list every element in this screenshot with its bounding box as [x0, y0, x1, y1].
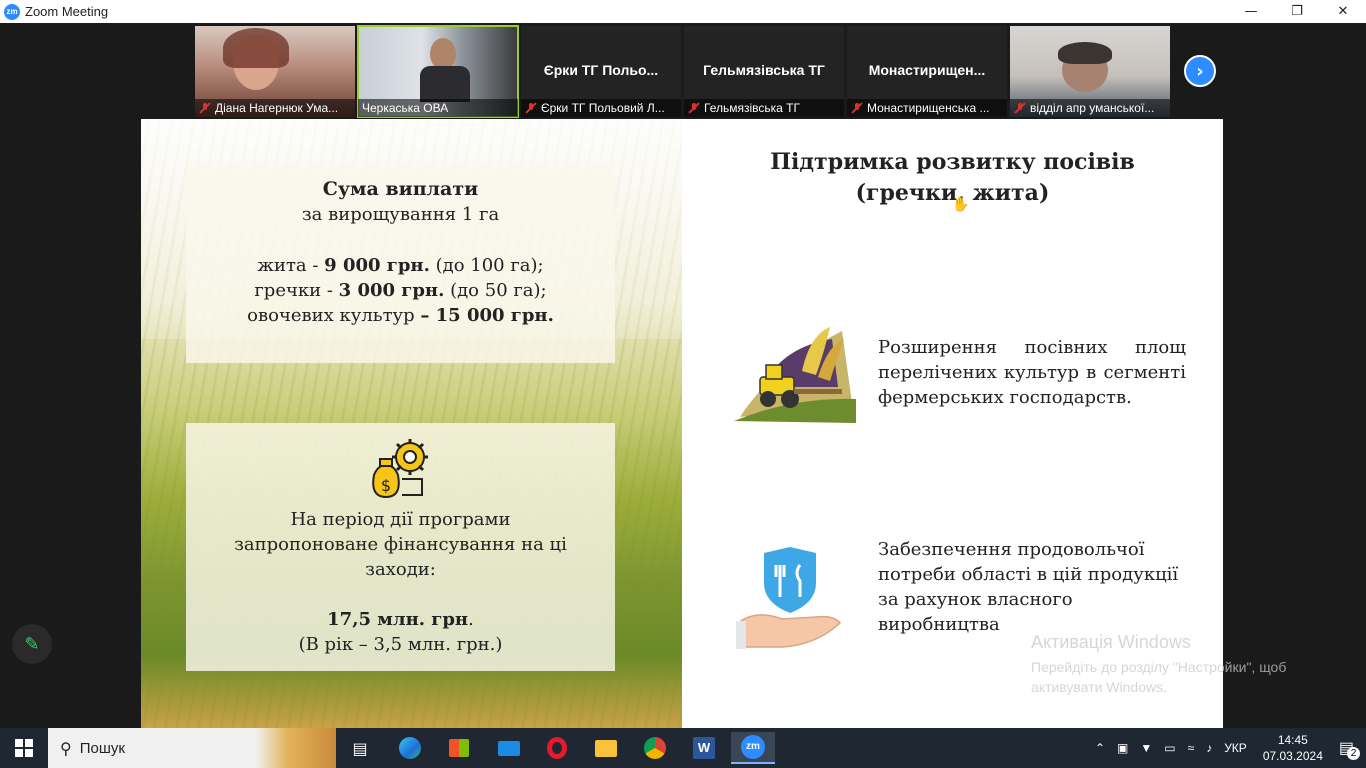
rye-rate: жита - 9 000 грн. (до 100 га); — [257, 255, 544, 276]
participant-label: Монастирищенська ... — [847, 99, 1007, 117]
search-highlight-art — [256, 728, 336, 768]
window-titlebar: zm Zoom Meeting — ❐ ✕ — [0, 0, 1366, 23]
start-button[interactable] — [0, 728, 48, 768]
clock[interactable]: 14:45 07.03.2024 — [1263, 732, 1323, 764]
funding-line3: заходи: — [365, 559, 436, 580]
payment-subheading: за вирощування 1 га — [301, 204, 500, 225]
store-icon[interactable] — [437, 732, 481, 764]
windows-taskbar: ⚲ Пошук ▤ W zm ⌃ ▣ ▼ ▭ ≈ ♪ УКР 14:45 07.… — [0, 728, 1366, 768]
microphone-icon[interactable]: ▼ — [1140, 741, 1152, 755]
participant-tile[interactable]: Єрки ТГ Польо... Єрки ТГ Польовий Л... — [521, 26, 681, 117]
clock-time: 14:45 — [1277, 733, 1308, 747]
clock-date: 07.03.2024 — [1262, 749, 1323, 763]
explorer-icon[interactable] — [584, 732, 628, 764]
svg-text:$: $ — [380, 476, 390, 495]
battery-icon[interactable]: ▭ — [1164, 741, 1175, 755]
mic-muted-icon — [851, 102, 863, 114]
participant-name: Гельмязівська ТГ — [703, 62, 825, 78]
payment-heading: Сума виплати — [322, 178, 479, 200]
participant-tile[interactable]: Монастирищен... Монастирищенська ... — [847, 26, 1007, 117]
taskbar-search[interactable]: ⚲ Пошук — [48, 728, 336, 768]
mic-muted-icon — [688, 102, 700, 114]
participant-tile[interactable]: Гельмязівська ТГ Гельмязівська ТГ — [684, 26, 844, 117]
language-indicator[interactable]: УКР — [1224, 741, 1247, 755]
food-security-hand-icon — [736, 543, 846, 653]
participant-name: Монастирищен... — [868, 62, 986, 78]
participant-label: Гельмязівська ТГ — [684, 99, 844, 117]
minimize-icon[interactable]: — — [1228, 0, 1274, 23]
participant-label: Єрки ТГ Польовий Л... — [521, 99, 681, 117]
benefit-text-1: Розширення посівних площ перелічених кул… — [878, 337, 1186, 408]
participant-hair — [1058, 42, 1112, 64]
participant-hair — [223, 28, 289, 68]
slide-wheat-background: Сума виплати за вирощування 1 га жита - … — [141, 119, 682, 728]
zoom-logo-icon: zm — [4, 3, 20, 20]
restore-icon[interactable]: ❐ — [1274, 0, 1320, 23]
annotate-pencil-icon[interactable]: ✎ — [12, 624, 52, 664]
money-gear-icon: $ — [366, 435, 436, 501]
participant-label: Черкаська ОВА — [358, 99, 518, 117]
watermark-line3: активувати Windows. — [1031, 679, 1167, 695]
participant-label: Діана Нагернюк Ума... — [195, 99, 355, 117]
participant-tile[interactable]: відділ апр уманської... — [1010, 26, 1170, 117]
funding-per-year: (В рік – 3,5 млн. грн.) — [298, 634, 503, 655]
system-tray: ⌃ ▣ ▼ ▭ ≈ ♪ УКР 14:45 07.03.2024 ▤ 2 — [1089, 728, 1366, 768]
mic-muted-icon — [525, 102, 537, 114]
close-icon[interactable]: ✕ — [1320, 0, 1366, 23]
mic-muted-icon — [199, 102, 211, 114]
watermark-line2: Перейдіть до розділу "Настройки", щоб — [1031, 659, 1287, 675]
vegetable-rate: овочевих культур – 15 000 грн. — [247, 305, 554, 326]
participant-tile[interactable]: Діана Нагернюк Ума... — [195, 26, 355, 117]
watermark-title: Активація Windows — [1031, 632, 1191, 652]
task-view-icon[interactable]: ▤ — [338, 732, 382, 764]
search-placeholder: Пошук — [79, 739, 125, 757]
word-icon[interactable]: W — [682, 732, 726, 764]
windows-logo-icon — [15, 739, 33, 757]
window-controls: — ❐ ✕ — [1228, 0, 1366, 23]
participant-name: Єрки ТГ Польо... — [543, 62, 659, 78]
chrome-icon[interactable] — [633, 732, 677, 764]
opera-icon[interactable] — [535, 732, 579, 764]
wifi-icon[interactable]: ≈ — [1188, 741, 1195, 755]
benefit-text-2: Забезпечення продовольчої потреби област… — [878, 539, 1179, 635]
meet-now-icon[interactable]: ▣ — [1117, 741, 1128, 755]
participant-label: відділ апр уманської... — [1010, 99, 1170, 117]
hand-cursor-icon: ✋ — [952, 197, 970, 213]
tray-chevron-icon[interactable]: ⌃ — [1095, 741, 1105, 755]
search-icon: ⚲ — [60, 738, 72, 758]
funding-line2: запропоноване фінансування на ці — [234, 534, 567, 555]
windows-activation-watermark: Активація Windows Перейдіть до розділу "… — [1031, 632, 1286, 697]
payment-card: Сума виплати за вирощування 1 га жита - … — [186, 163, 615, 363]
notification-count: 2 — [1347, 747, 1360, 760]
edge-icon[interactable] — [388, 732, 432, 764]
mic-muted-icon — [1014, 102, 1026, 114]
volume-icon[interactable]: ♪ — [1206, 741, 1212, 755]
funding-amount: 17,5 млн. грн. — [327, 609, 474, 630]
zoom-icon[interactable]: zm — [731, 732, 775, 764]
farm-tractor-icon — [732, 327, 856, 423]
funding-line1: На період дії програми — [290, 509, 511, 530]
funding-card: $ На період дії програми запропоноване ф… — [186, 423, 615, 671]
notifications-icon[interactable]: ▤ 2 — [1339, 738, 1360, 760]
participant-body — [420, 66, 470, 102]
mail-icon[interactable] — [487, 732, 531, 764]
buckwheat-rate: гречки - 3 000 грн. (до 50 га); — [254, 280, 547, 301]
participant-tile-active[interactable]: Черкаська ОВА — [357, 25, 519, 118]
next-page-arrow-icon[interactable]: › — [1184, 55, 1216, 87]
participant-strip: Діана Нагернюк Ума... Черкаська ОВА Єрки… — [0, 23, 1366, 119]
window-title: Zoom Meeting — [25, 4, 109, 19]
